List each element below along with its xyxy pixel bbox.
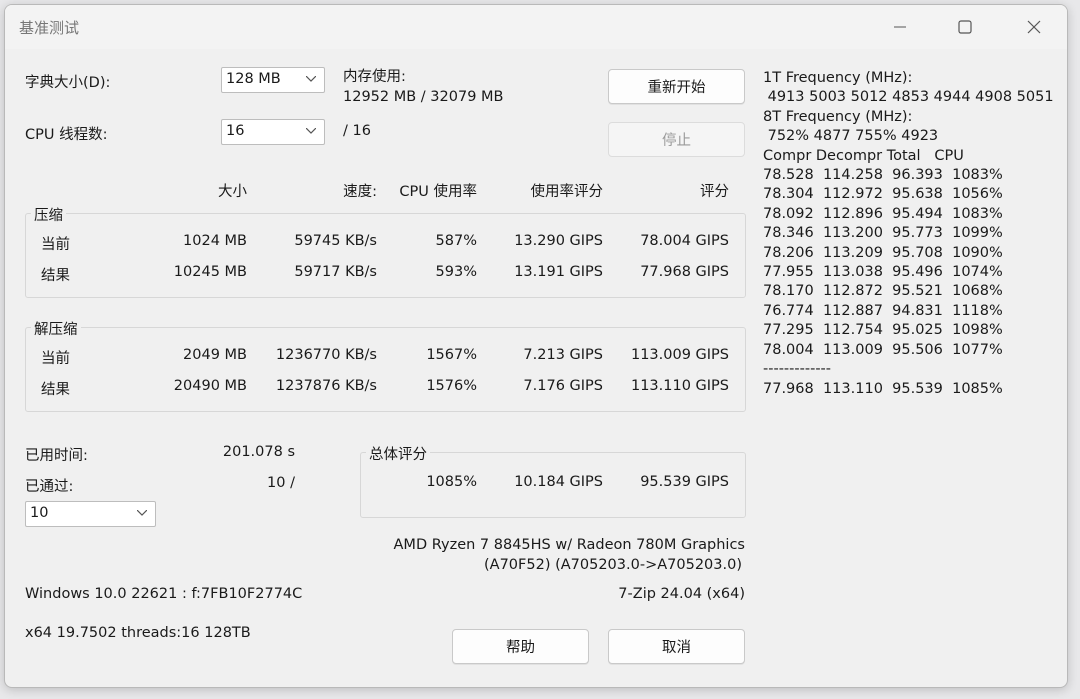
title-bar: 基准测试 (5, 5, 1067, 49)
compress-current-speed: 59745 KB/s (294, 233, 377, 249)
threads-label: CPU 线程数: (25, 127, 108, 143)
log-line: 78.092 112.896 95.494 1083% (763, 205, 1003, 222)
compress-group (25, 213, 746, 298)
decompress-result-size: 20490 MB (173, 378, 247, 394)
decompress-row-label: 当前 (41, 351, 70, 367)
maximize-button[interactable] (942, 5, 988, 49)
decompress-result-cpu: 1576% (426, 378, 477, 394)
benchmark-window: 基准测试 字典大小(D): 128 MB CPU 线程数: 16 / 16 内存… (4, 4, 1068, 688)
passes-value: 10 / (267, 475, 295, 491)
log-line: 752% 4877 755% 4923 (763, 128, 939, 145)
log-line: 77.968 113.110 95.539 1085% (763, 380, 1003, 397)
log-line: Compr Decompr Total CPU (763, 147, 964, 164)
close-icon (1027, 20, 1041, 34)
col-header-rating: 评分 (700, 184, 729, 200)
compress-current-cpu: 587% (435, 233, 477, 249)
stop-button[interactable]: 停止 (608, 122, 745, 157)
log-line: 77.955 113.038 95.496 1074% (763, 264, 1003, 281)
decompress-current-rating: 113.009 GIPS (630, 347, 729, 363)
os-info: Windows 10.0 22621 : f:7FB10F2774C (25, 586, 303, 602)
log-line: 78.004 113.009 95.506 1077% (763, 341, 1003, 358)
cpu-name: AMD Ryzen 7 8845HS w/ Radeon 780M Graphi… (393, 537, 745, 553)
decompress-result-rating: 113.110 GIPS (630, 378, 729, 394)
memory-usage-value: 12952 MB / 32079 MB (343, 89, 504, 105)
decompress-current-cpu: 1567% (426, 347, 477, 363)
total-usage: 10.184 GIPS (514, 474, 603, 490)
passes-select-value: 10 (30, 505, 49, 521)
decompress-group (25, 327, 746, 412)
passes-select[interactable]: 10 (25, 501, 156, 527)
log-line: ------------- (763, 361, 832, 378)
dict-size-label: 字典大小(D): (25, 75, 111, 91)
log-line: 78.170 112.872 95.521 1068% (763, 283, 1003, 300)
dict-size-value: 128 MB (226, 71, 281, 87)
col-header-speed: 速度: (343, 184, 377, 200)
passes-label: 已通过: (25, 479, 74, 495)
app-version: 7-Zip 24.04 (x64) (618, 586, 745, 602)
compress-row-label: 结果 (41, 268, 70, 284)
log-line: 78.206 113.209 95.708 1090% (763, 244, 1003, 261)
compress-current-usage: 13.290 GIPS (514, 233, 603, 249)
decompress-row-label: 结果 (41, 382, 70, 398)
chevron-down-icon (306, 128, 316, 134)
log-line: 78.346 113.200 95.773 1099% (763, 225, 1003, 242)
log-line: 4913 5003 5012 4853 4944 4908 5051 (763, 89, 1054, 106)
compress-group-label: 压缩 (31, 204, 66, 225)
total-rating-label: 总体评分 (366, 443, 430, 464)
threads-select[interactable]: 16 (221, 119, 325, 145)
col-header-cpu-usage: CPU 使用率 (399, 184, 477, 200)
help-button[interactable]: 帮助 (452, 629, 589, 664)
compress-row-label: 当前 (41, 237, 70, 253)
compress-result-size: 10245 MB (173, 264, 247, 280)
threads-max: / 16 (343, 123, 371, 139)
decompress-result-speed: 1237876 KB/s (275, 378, 377, 394)
compress-current-size: 1024 MB (183, 233, 247, 249)
arch-info: x64 19.7502 threads:16 128TB (25, 625, 251, 641)
minimize-button[interactable] (877, 5, 923, 49)
cancel-button[interactable]: 取消 (608, 629, 745, 664)
col-header-size: 大小 (218, 184, 247, 200)
restart-button[interactable]: 重新开始 (608, 69, 745, 104)
compress-result-usage: 13.191 GIPS (514, 264, 603, 280)
decompress-current-speed: 1236770 KB/s (275, 347, 377, 363)
window-title: 基准测试 (19, 19, 80, 37)
maximize-icon (958, 20, 972, 34)
memory-usage-label: 内存使用: (343, 69, 406, 85)
threads-value: 16 (226, 123, 245, 139)
total-rating: 95.539 GIPS (640, 474, 729, 490)
elapsed-time-value: 201.078 s (222, 444, 295, 460)
log-line: 8T Frequency (MHz): (763, 108, 913, 125)
log-line: 1T Frequency (MHz): (763, 70, 913, 86)
log-line: 78.304 112.972 95.638 1056% (763, 186, 1003, 203)
total-cpu: 1085% (426, 474, 477, 490)
compress-result-speed: 59717 KB/s (294, 264, 377, 280)
chevron-down-icon (137, 510, 147, 516)
dict-size-select[interactable]: 128 MB (221, 67, 325, 93)
log-line: 78.528 114.258 96.393 1083% (763, 167, 1003, 184)
log-line: 77.295 112.754 95.025 1098% (763, 322, 1003, 339)
col-header-usage-rating: 使用率评分 (530, 184, 604, 200)
decompress-current-size: 2049 MB (183, 347, 247, 363)
compress-current-rating: 78.004 GIPS (640, 233, 729, 249)
compress-result-cpu: 593% (435, 264, 477, 280)
benchmark-log: 1T Frequency (MHz): 4913 5003 5012 4853 … (763, 69, 1054, 399)
decompress-group-label: 解压缩 (31, 318, 81, 339)
decompress-result-usage: 7.176 GIPS (523, 378, 603, 394)
log-line: 76.774 112.887 94.831 1118% (763, 302, 1003, 319)
close-button[interactable] (1011, 5, 1057, 49)
chevron-down-icon (306, 76, 316, 82)
cpu-id: (A70F52) (A705203.0->A705203.0) (484, 557, 742, 573)
compress-result-rating: 77.968 GIPS (640, 264, 729, 280)
decompress-current-usage: 7.213 GIPS (523, 347, 603, 363)
minimize-icon (894, 26, 906, 28)
elapsed-time-label: 已用时间: (25, 448, 88, 464)
